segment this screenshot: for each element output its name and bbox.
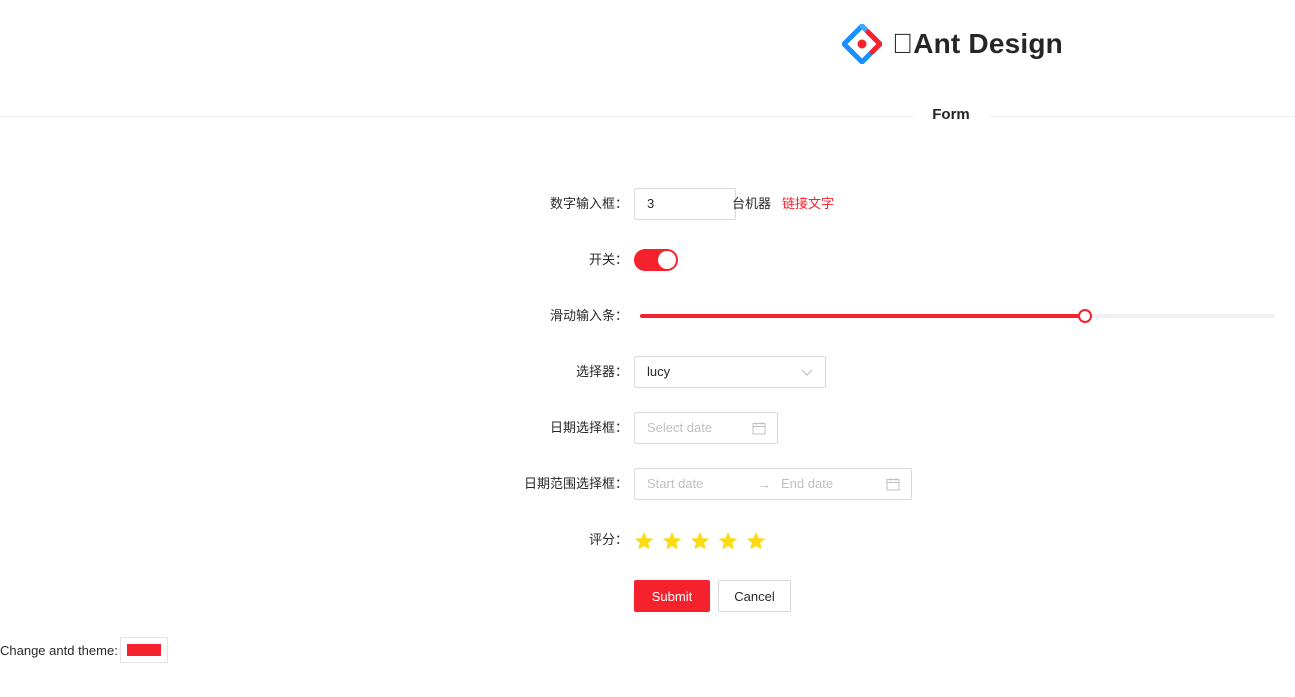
form-row-range: 日期范围选择框： Start date → End date: [0, 468, 1295, 500]
calendar-icon: [752, 422, 766, 435]
switch-knob: [658, 251, 676, 269]
star-icon[interactable]: [718, 531, 738, 551]
select-value: lucy: [647, 364, 671, 379]
chevron-down-icon: [801, 369, 813, 376]
date-range-picker[interactable]: Start date → End date: [634, 468, 912, 500]
form-row-rate: 评分：: [0, 524, 1295, 556]
star-icon[interactable]: [690, 531, 710, 551]
date-picker[interactable]: Select date: [634, 412, 778, 444]
submit-button[interactable]: Submit: [634, 580, 710, 612]
slider-label: 滑动输入条：: [549, 308, 628, 323]
form-row-date: 日期选择框： Select date: [0, 412, 1295, 444]
form-row-select: 选择器： lucy: [0, 356, 1295, 388]
theme-label: Change antd theme:: [0, 643, 118, 658]
number-input-label: 数字输入框：: [549, 196, 628, 211]
date-picker-label: 日期选择框：: [549, 420, 628, 435]
switch-label: 开关：: [588, 252, 628, 267]
section-title: Form: [932, 106, 970, 123]
app-header: Ant Design: [842, 22, 1063, 66]
form-row-actions: Submit Cancel: [0, 580, 1295, 612]
rate-label: 评分：: [588, 532, 628, 547]
form-row-number: 数字输入框： 3 台机器 链接文字: [0, 188, 1295, 220]
toggle-switch[interactable]: [634, 249, 678, 271]
form-row-slider: 滑动输入条：: [0, 300, 1295, 332]
star-icon[interactable]: [634, 531, 654, 551]
form-row-switch: 开关：: [0, 244, 1295, 276]
app-title: Ant Design: [892, 28, 1063, 59]
divider-left: [0, 116, 914, 117]
star-icon[interactable]: [746, 531, 766, 551]
slider-handle[interactable]: [1078, 309, 1092, 323]
number-input[interactable]: 3: [634, 188, 736, 220]
theme-color-picker[interactable]: [119, 637, 168, 663]
end-date-input[interactable]: End date: [781, 469, 833, 499]
start-date-input[interactable]: Start date: [647, 469, 703, 499]
divider-right: [988, 116, 1295, 117]
number-input-suffix: 台机器: [732, 196, 772, 211]
theme-picker: Change antd theme:: [0, 635, 168, 663]
calendar-icon: [886, 478, 900, 491]
select-dropdown[interactable]: lucy: [634, 356, 826, 388]
link-text[interactable]: 链接文字: [782, 188, 834, 220]
star-icon[interactable]: [662, 531, 682, 551]
slider-track: [640, 314, 1085, 318]
range-separator: →: [757, 476, 771, 492]
date-picker-placeholder: Select date: [647, 420, 713, 435]
range-picker-label: 日期范围选择框：: [523, 476, 628, 491]
slider-rail[interactable]: [640, 309, 1275, 323]
select-label: 选择器：: [575, 364, 628, 379]
ant-design-logo-icon: [842, 24, 882, 64]
cancel-button[interactable]: Cancel: [718, 580, 791, 612]
theme-color-swatch: [126, 644, 161, 656]
rate-stars[interactable]: [634, 531, 1295, 551]
